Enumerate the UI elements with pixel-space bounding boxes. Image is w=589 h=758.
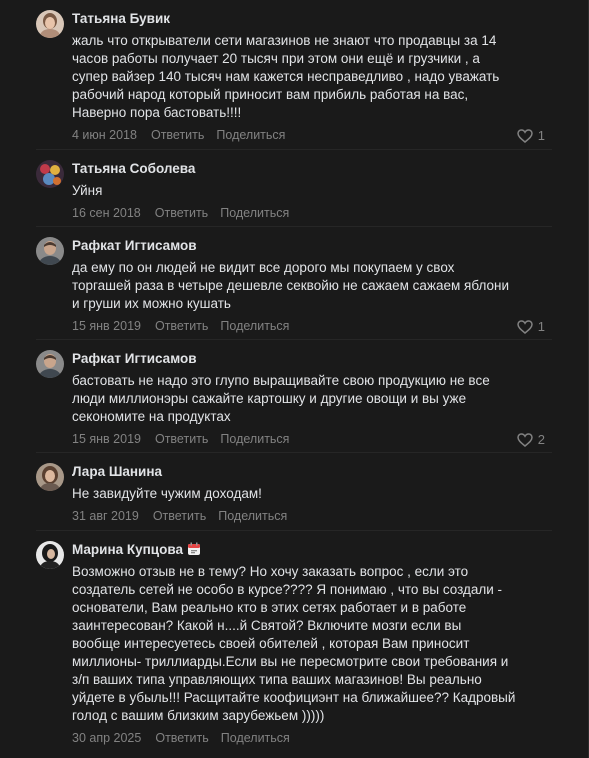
reply-button[interactable]: Ответить — [155, 206, 208, 220]
divider — [36, 339, 552, 340]
woman-photo-avatar-icon[interactable] — [36, 463, 64, 491]
comment-author[interactable]: Лара Шанина — [72, 464, 162, 479]
comment-date[interactable]: 31 авг 2019 — [72, 509, 139, 523]
comment-author[interactable]: Татьяна Соболева — [72, 161, 195, 176]
heart-icon — [517, 319, 533, 334]
comments-feed: Татьяна Бувик жаль что открыватели сети … — [0, 0, 589, 758]
comment-meta: 31 авг 2019 Ответить Поделиться — [72, 509, 287, 523]
comment-author[interactable]: Татьяна Бувик — [72, 11, 170, 26]
reply-button[interactable]: Ответить — [155, 319, 208, 333]
comment-date[interactable]: 4 июн 2018 — [72, 128, 137, 142]
calendar-badge-icon — [187, 542, 201, 556]
comment-text: бастовать не надо это глупо выращивайте … — [72, 373, 490, 424]
author-name[interactable]: Татьяна Соболева — [72, 161, 195, 176]
divider — [36, 149, 552, 150]
author-name[interactable]: Лара Шанина — [72, 464, 162, 479]
author-name[interactable]: Марина Купцова — [72, 542, 183, 557]
comment-meta: 4 июн 2018 Ответить Поделиться — [72, 128, 285, 142]
comment-date[interactable]: 15 янв 2019 — [72, 432, 141, 446]
share-button[interactable]: Поделиться — [220, 319, 289, 333]
reply-button[interactable]: Ответить — [153, 509, 206, 523]
comment-date[interactable]: 30 апр 2025 — [72, 731, 141, 745]
comment-meta: 16 сен 2018 Ответить Поделиться — [72, 206, 289, 220]
comment-meta: 30 апр 2025 Ответить Поделиться — [72, 731, 290, 745]
like-button[interactable]: 2 — [517, 432, 545, 447]
dark-photo-avatar-icon[interactable] — [36, 541, 64, 569]
like-count: 1 — [537, 128, 545, 143]
like-button[interactable]: 1 — [517, 319, 545, 334]
like-count: 1 — [537, 319, 545, 334]
woman-photo-avatar-icon[interactable] — [36, 10, 64, 38]
share-button[interactable]: Поделиться — [221, 731, 290, 745]
comment-meta: 15 янв 2019 Ответить Поделиться — [72, 432, 289, 446]
like-count: 2 — [537, 432, 545, 447]
comment-text: Возможно отзыв не в тему? Но хочу заказа… — [72, 564, 516, 723]
man-photo-avatar-icon[interactable] — [36, 350, 64, 378]
share-button[interactable]: Поделиться — [218, 509, 287, 523]
comment-text: Не завидуйте чужим доходам! — [72, 486, 262, 501]
heart-icon — [517, 432, 533, 447]
comment-text: Уйня — [72, 183, 103, 198]
comment-text: да ему по он людей не видит все дорого м… — [72, 260, 509, 311]
comment-author[interactable]: Марина Купцова — [72, 542, 201, 557]
share-button[interactable]: Поделиться — [216, 128, 285, 142]
comment-author[interactable]: Рафкат Игтисамов — [72, 238, 197, 253]
share-button[interactable]: Поделиться — [220, 432, 289, 446]
share-button[interactable]: Поделиться — [220, 206, 289, 220]
colorful-photo-avatar-icon[interactable] — [36, 160, 64, 188]
heart-icon — [517, 128, 533, 143]
divider — [36, 530, 552, 531]
comment-author[interactable]: Рафкат Игтисамов — [72, 351, 197, 366]
reply-button[interactable]: Ответить — [155, 432, 208, 446]
author-name[interactable]: Рафкат Игтисамов — [72, 238, 197, 253]
reply-button[interactable]: Ответить — [151, 128, 204, 142]
comment-meta: 15 янв 2019 Ответить Поделиться — [72, 319, 289, 333]
comment-date[interactable]: 15 янв 2019 — [72, 319, 141, 333]
divider — [36, 452, 552, 453]
author-name[interactable]: Рафкат Игтисамов — [72, 351, 197, 366]
author-name[interactable]: Татьяна Бувик — [72, 11, 170, 26]
man-photo-avatar-icon[interactable] — [36, 237, 64, 265]
comment-text: жаль что открыватели сети магазинов не з… — [72, 33, 500, 120]
like-button[interactable]: 1 — [517, 128, 545, 143]
divider — [36, 226, 552, 227]
reply-button[interactable]: Ответить — [155, 731, 208, 745]
comment-date[interactable]: 16 сен 2018 — [72, 206, 141, 220]
